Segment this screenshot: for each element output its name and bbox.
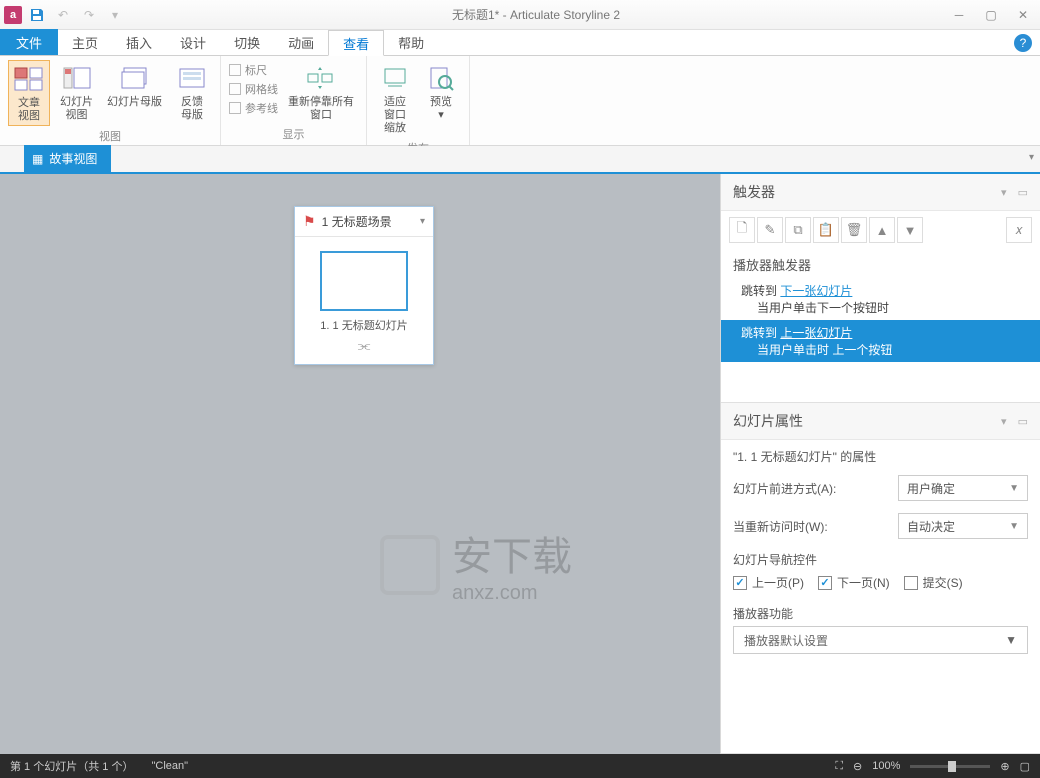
zoom-in-icon[interactable]: ⊕ <box>1000 760 1009 773</box>
story-view-tab[interactable]: ▦ 故事视图 <box>24 145 111 172</box>
trigger-new-button[interactable]: 🗋 <box>729 217 755 243</box>
status-slide: 第 1 个幻灯片（共 1 个） <box>10 758 133 774</box>
slide-props-panel: 幻灯片属性 ▾ ▭ "1. 1 无标题幻灯片" 的属性 幻灯片前进方式(A): … <box>721 403 1040 754</box>
link-icon: ⫘ <box>295 337 433 364</box>
panel-menu-icon[interactable]: ▾ <box>1001 415 1007 428</box>
status-bar: 第 1 个幻灯片（共 1 个） "Clean" ⛶ ⊖ 100% ⊕ ▢ <box>0 754 1040 778</box>
panel-pop-icon[interactable]: ▭ <box>1018 415 1028 428</box>
side-panels: 触发器 ▾ ▭ 🗋 ✎ ⧉ 📋 🗑 ▲ ▼ 𝑥 播放器触发器 跳转到 下一张幻灯… <box>720 174 1040 754</box>
save-button[interactable] <box>26 4 48 26</box>
trigger-item-selected[interactable]: 跳转到 上一张幻灯片 当用户单击时 上一个按钮 <box>721 320 1040 362</box>
player-func-label: 播放器功能 <box>721 599 1040 626</box>
zoom-fit-icon[interactable]: ▢ <box>1020 760 1030 773</box>
close-button[interactable]: ✕ <box>1010 5 1036 25</box>
preview-button[interactable]: 预览 ▾ <box>421 60 461 124</box>
ribbon-group-show: 标尺 网格线 参考线 重新停靠所有 窗口 显示 <box>221 56 367 145</box>
ribbon-group-publish: 适应 窗口 缩放 预览 ▾ 发布 <box>367 56 470 145</box>
nav-next-checkbox[interactable]: ✓下一页(N) <box>818 574 890 591</box>
props-subtitle: "1. 1 无标题幻灯片" 的属性 <box>721 440 1040 469</box>
tab-animation[interactable]: 动画 <box>274 29 328 55</box>
scene-header[interactable]: ⚑ 1 无标题场景 ▾ <box>295 207 433 237</box>
revisit-label: 当重新访问时(W): <box>733 518 890 535</box>
trigger-copy-button[interactable]: ⧉ <box>785 217 811 243</box>
status-theme: "Clean" <box>151 760 188 772</box>
tab-help[interactable]: 帮助 <box>384 29 438 55</box>
slide-master-button[interactable]: 幻灯片母版 <box>103 60 166 111</box>
subbar: ▦ 故事视图 ▾ <box>0 146 1040 174</box>
trigger-paste-button[interactable]: 📋 <box>813 217 839 243</box>
tab-view[interactable]: 查看 <box>328 30 384 56</box>
trigger-down-button[interactable]: ▼ <box>897 217 923 243</box>
scene-box: ⚑ 1 无标题场景 ▾ 1. 1 无标题幻灯片 ⫘ <box>294 206 434 365</box>
tab-transition[interactable]: 切换 <box>220 29 274 55</box>
canvas[interactable]: ⚑ 1 无标题场景 ▾ 1. 1 无标题幻灯片 ⫘ 安下载 anxz.com <box>0 174 720 754</box>
advance-label: 幻灯片前进方式(A): <box>733 480 890 497</box>
tab-insert[interactable]: 插入 <box>112 29 166 55</box>
lock-icon <box>380 535 440 595</box>
scene-title: 1 无标题场景 <box>322 213 392 230</box>
trigger-section-title: 播放器触发器 <box>721 249 1040 278</box>
ribbon-tabs: 文件 主页 插入 设计 切换 动画 查看 帮助 ? <box>0 30 1040 56</box>
story-view-button[interactable]: 文章 视图 <box>8 60 50 126</box>
feedback-master-button[interactable]: 反馈 母版 <box>172 60 212 124</box>
trigger-edit-button[interactable]: ✎ <box>757 217 783 243</box>
subbar-dropdown[interactable]: ▾ <box>1029 152 1034 163</box>
gridlines-checkbox[interactable]: 网格线 <box>229 81 278 97</box>
trigger-delete-button[interactable]: 🗑 <box>841 217 867 243</box>
watermark: 安下载 anxz.com <box>380 524 572 605</box>
trigger-item[interactable]: 跳转到 下一张幻灯片 当用户单击下一个按钮时 <box>721 278 1040 320</box>
guides-checkbox[interactable]: 参考线 <box>229 100 278 116</box>
player-func-select[interactable]: 播放器默认设置▼ <box>733 626 1028 654</box>
advance-select[interactable]: 用户确定▼ <box>898 475 1028 501</box>
app-icon: a <box>4 6 22 24</box>
file-tab[interactable]: 文件 <box>0 29 58 55</box>
triggers-toolbar: 🗋 ✎ ⧉ 📋 🗑 ▲ ▼ 𝑥 <box>721 211 1040 249</box>
flag-icon: ⚑ <box>303 213 316 230</box>
titlebar: a ↶ ↷ ▾ 无标题1* - Articulate Storyline 2 ─… <box>0 0 1040 30</box>
minimize-button[interactable]: ─ <box>946 5 972 25</box>
nav-prev-checkbox[interactable]: ✓上一页(P) <box>733 574 804 591</box>
tab-design[interactable]: 设计 <box>166 29 220 55</box>
ribbon: 文章 视图 幻灯片 视图 幻灯片母版 反馈 母版 视图 标尺 网格线 参考线 <box>0 56 1040 146</box>
redock-button[interactable]: 重新停靠所有 窗口 <box>284 60 358 124</box>
revisit-select[interactable]: 自动决定▼ <box>898 513 1028 539</box>
slide-view-button[interactable]: 幻灯片 视图 <box>56 60 97 124</box>
redo-button[interactable]: ↷ <box>78 4 100 26</box>
zoom-out-icon[interactable]: ⊖ <box>853 760 862 773</box>
slide-thumb[interactable] <box>320 251 408 311</box>
fit-window-button[interactable]: 适应 窗口 缩放 <box>375 60 415 138</box>
tab-home[interactable]: 主页 <box>58 29 112 55</box>
ruler-checkbox[interactable]: 标尺 <box>229 62 278 78</box>
ribbon-group-view: 文章 视图 幻灯片 视图 幻灯片母版 反馈 母版 视图 <box>0 56 221 145</box>
help-icon[interactable]: ? <box>1014 34 1032 52</box>
fit-icon[interactable]: ⛶ <box>835 760 843 773</box>
panel-pop-icon[interactable]: ▭ <box>1018 186 1028 199</box>
panel-menu-icon[interactable]: ▾ <box>1001 186 1007 199</box>
nav-submit-checkbox[interactable]: 提交(S) <box>904 574 963 591</box>
trigger-vars-button[interactable]: 𝑥 <box>1006 217 1032 243</box>
undo-button[interactable]: ↶ <box>52 4 74 26</box>
triggers-title: 触发器 <box>733 182 775 202</box>
zoom-label: 100% <box>872 760 900 772</box>
scene-dropdown-icon[interactable]: ▾ <box>420 216 425 227</box>
props-title: 幻灯片属性 <box>733 411 803 431</box>
qat-dropdown[interactable]: ▾ <box>104 4 126 26</box>
nav-title: 幻灯片导航控件 <box>721 545 1040 570</box>
slide-label: 1. 1 无标题幻灯片 <box>295 317 433 333</box>
story-view-icon: ▦ <box>32 152 43 166</box>
triggers-panel: 触发器 ▾ ▭ 🗋 ✎ ⧉ 📋 🗑 ▲ ▼ 𝑥 播放器触发器 跳转到 下一张幻灯… <box>721 174 1040 403</box>
maximize-button[interactable]: ▢ <box>978 5 1004 25</box>
zoom-slider[interactable] <box>910 765 990 768</box>
window-title: 无标题1* - Articulate Storyline 2 <box>126 6 946 23</box>
trigger-up-button[interactable]: ▲ <box>869 217 895 243</box>
